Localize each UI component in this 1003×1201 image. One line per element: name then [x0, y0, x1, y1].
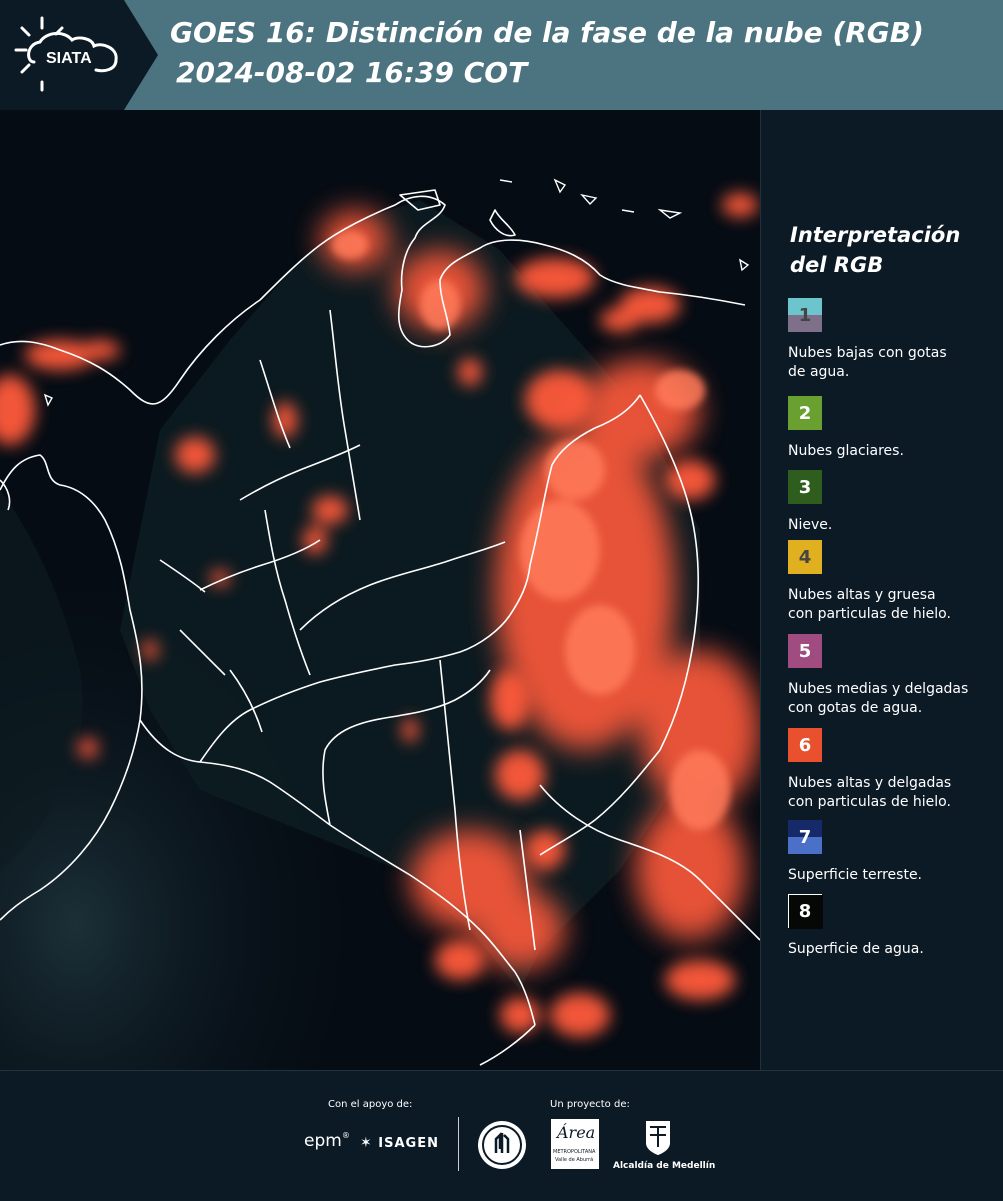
- legend-label-line1: Nubes medias y delgadas: [788, 681, 969, 697]
- legend-swatch: 4: [788, 540, 822, 574]
- header: SIATA GOES 16: Distinción de la fase de …: [0, 0, 1003, 110]
- legend-panel: Interpretación del RGB 1 Nubes bajas con…: [762, 110, 1003, 1070]
- legend-swatch: 8: [788, 894, 823, 929]
- legend-number: 5: [798, 640, 812, 662]
- legend-label-line2: con particulas de hielo.: [788, 794, 951, 810]
- satellite-image: [0, 110, 760, 1070]
- legend-swatch: 1: [788, 298, 822, 332]
- legend-item-1: 1 Nubes bajas con gotas de agua.: [788, 298, 998, 382]
- legend-label: Nieve.: [788, 516, 998, 535]
- legend-number: 8: [798, 900, 812, 922]
- legend-label-line2: con gotas de agua.: [788, 700, 923, 716]
- page-title-line2: 2024-08-02 16:39 COT: [176, 56, 528, 89]
- footer-divider: [458, 1117, 459, 1171]
- siata-logo-text: SIATA: [46, 50, 92, 67]
- footer: Con el apoyo de: Un proyecto de: epm® ✶ …: [0, 1070, 1003, 1201]
- legend-swatch: 2: [788, 396, 822, 430]
- legend-label-line1: Nubes altas y delgadas: [788, 775, 952, 791]
- legend-title: Interpretación del RGB: [790, 220, 960, 280]
- page-title-line1: GOES 16: Distinción de la fase de la nub…: [170, 16, 924, 49]
- legend-number: 3: [798, 476, 812, 498]
- legend-label: Nubes medias y delgadas con gotas de agu…: [788, 680, 998, 718]
- legend-item-4: 4 Nubes altas y gruesa con particulas de…: [788, 540, 998, 624]
- legend-label-line2: de agua.: [788, 364, 850, 380]
- legend-title-line1: Interpretación: [790, 223, 961, 247]
- legend-title-line2: del RGB: [790, 253, 884, 277]
- legend-item-3: 3 Nieve.: [788, 470, 998, 535]
- siata-logo-icon: SIATA: [0, 0, 158, 110]
- legend-item-8: 8 Superficie de agua.: [788, 894, 998, 959]
- legend-number: 6: [798, 734, 812, 756]
- seal-icon: [478, 1121, 526, 1169]
- legend-item-6: 6 Nubes altas y delgadas con particulas …: [788, 728, 998, 812]
- legend-item-7: 7 Superficie terreste.: [788, 820, 998, 885]
- legend-label-line1: Superficie terreste.: [788, 867, 923, 883]
- legend-item-5: 5 Nubes medias y delgadas con gotas de a…: [788, 634, 998, 718]
- legend-swatch: 7: [788, 820, 822, 854]
- isagen-star-icon: ✶: [360, 1135, 373, 1151]
- legend-label-line1: Nubes glaciares.: [788, 443, 904, 459]
- metropolitana-logo-title: Área: [557, 1123, 596, 1142]
- legend-label: Nubes bajas con gotas de agua.: [788, 344, 998, 382]
- alcaldia-shield-icon: [646, 1121, 670, 1155]
- legend-label: Nubes altas y delgadas con particulas de…: [788, 774, 998, 812]
- legend-number: 7: [798, 826, 812, 848]
- logo-block: SIATA: [0, 0, 158, 110]
- legend-label-line1: Superficie de agua.: [788, 941, 924, 957]
- legend-label: Superficie de agua.: [788, 940, 998, 959]
- metropolitana-logo: Área METROPOLITANA Valle de Aburrá: [551, 1119, 599, 1169]
- project-label: Un proyecto de:: [550, 1099, 630, 1110]
- legend-label-line1: Nubes altas y gruesa: [788, 587, 936, 603]
- isagen-logo: ✶ ISAGEN: [360, 1135, 439, 1151]
- alcaldia-logo-text: Alcaldía de Medellín: [613, 1161, 716, 1171]
- legend-number: 1: [798, 304, 812, 326]
- metropolitana-logo-text: METROPOLITANA: [553, 1149, 596, 1155]
- legend-swatch: 6: [788, 728, 822, 762]
- legend-swatch: 3: [788, 470, 822, 504]
- legend-item-2: 2 Nubes glaciares.: [788, 396, 998, 461]
- legend-number: 2: [798, 402, 812, 424]
- legend-label: Nubes altas y gruesa con particulas de h…: [788, 586, 998, 624]
- isagen-logo-text: ISAGEN: [378, 1136, 439, 1151]
- legend-label-line1: Nieve.: [788, 517, 833, 533]
- epm-logo: epm®: [304, 1131, 350, 1151]
- metropolitana-logo-subtext: Valle de Aburrá: [555, 1157, 594, 1163]
- support-label: Con el apoyo de:: [328, 1099, 413, 1110]
- legend-swatch: 5: [788, 634, 822, 668]
- epm-logo-text: epm: [304, 1131, 342, 1151]
- legend-label-line1: Nubes bajas con gotas: [788, 345, 947, 361]
- satellite-map[interactable]: [0, 110, 761, 1070]
- legend-label-line2: con particulas de hielo.: [788, 606, 951, 622]
- legend-label: Superficie terreste.: [788, 866, 998, 885]
- legend-label: Nubes glaciares.: [788, 442, 998, 461]
- legend-number: 4: [798, 546, 812, 568]
